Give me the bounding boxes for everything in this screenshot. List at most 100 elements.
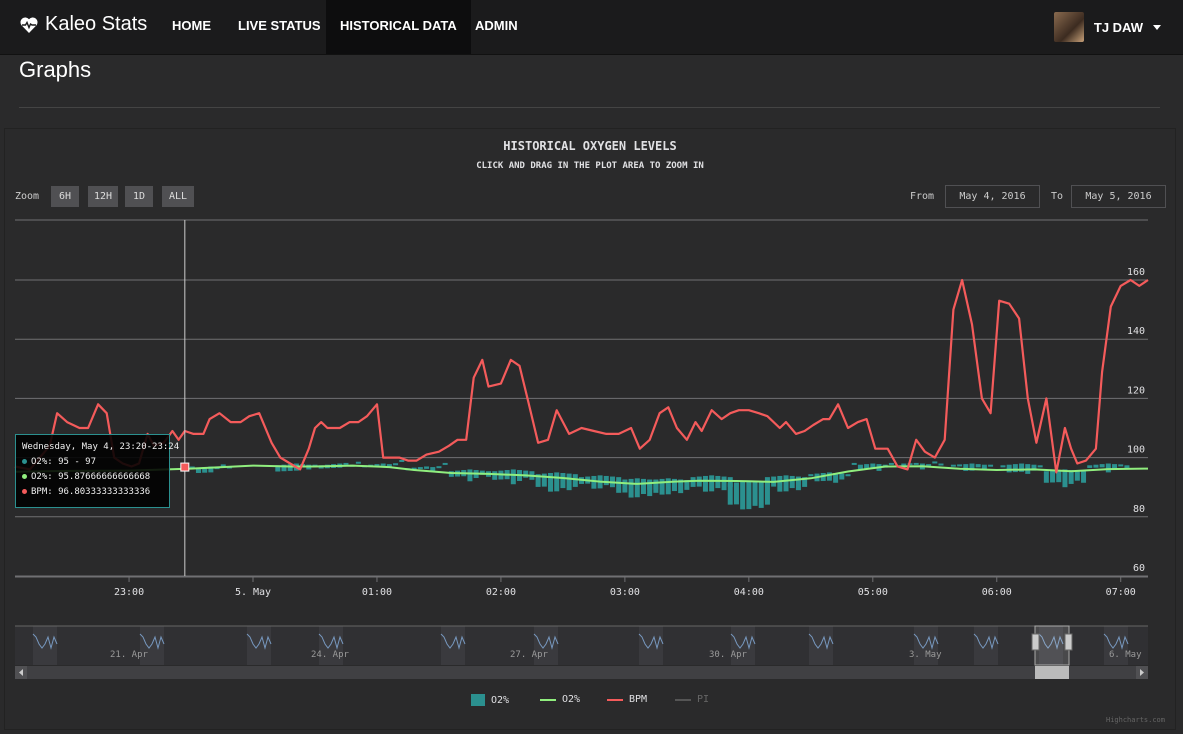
legend-swatch-bar bbox=[471, 694, 485, 706]
o2-range-bar bbox=[913, 462, 919, 465]
chart-plot[interactable]: 60 80 100 120 140 160 23:00 5. May 01:00 02:00 03:… bbox=[5, 129, 1175, 729]
chart-tooltip: Wednesday, May 4, 23:20-23:24 O2%: 95 - … bbox=[15, 434, 180, 508]
x-tick-label: 23:00 bbox=[114, 587, 144, 598]
o2-range-bar bbox=[1043, 471, 1049, 483]
o2-range-bar bbox=[758, 482, 764, 508]
legend-swatch-line bbox=[607, 698, 623, 701]
navigator-label: 24. Apr bbox=[311, 650, 350, 660]
o2-range-bar bbox=[808, 474, 814, 477]
o2-range-bar bbox=[603, 475, 609, 486]
o2-range-bar bbox=[430, 467, 436, 471]
o2-range-bar bbox=[938, 463, 944, 466]
navigator-handle-right[interactable] bbox=[1064, 633, 1073, 651]
brand-name: Kaleo Stats bbox=[45, 13, 148, 35]
caret-down-icon bbox=[1153, 24, 1161, 30]
x-tick-label: 5. May bbox=[235, 587, 271, 598]
o2-range-bar bbox=[665, 478, 671, 495]
o2-range-bar bbox=[523, 470, 529, 478]
y-tick-label: 80 bbox=[1133, 504, 1145, 515]
tooltip-o2-range-row: O2%: 95 - 97 bbox=[22, 455, 163, 470]
o2-range-bar bbox=[740, 481, 746, 510]
y-tick-label: 60 bbox=[1133, 563, 1145, 574]
o2-range-bar bbox=[541, 473, 547, 487]
o2-range-bar bbox=[417, 467, 423, 470]
o2-range-bar bbox=[888, 462, 894, 465]
nav-admin[interactable]: ADMIN bbox=[461, 0, 532, 54]
o2-range-bar bbox=[1099, 464, 1105, 468]
o2-range-bar bbox=[492, 471, 498, 480]
legend-label: O2% bbox=[562, 694, 581, 705]
navigator-shade bbox=[33, 626, 57, 665]
nav-home[interactable]: HOME bbox=[158, 0, 225, 54]
y-tick-label: 100 bbox=[1127, 445, 1145, 456]
o2-range-bar bbox=[901, 463, 907, 466]
navigator-label: 27. Apr bbox=[510, 650, 549, 660]
o2-range-bar bbox=[1062, 469, 1068, 488]
navigator-label: 21. Apr bbox=[110, 650, 149, 660]
o2-range-bar bbox=[628, 478, 634, 498]
user-menu[interactable]: TJ DAW bbox=[1053, 12, 1161, 42]
o2-range-bar bbox=[653, 479, 659, 490]
o2-range-bar bbox=[932, 461, 938, 464]
x-tick-label: 02:00 bbox=[486, 587, 516, 598]
o2-range-bar bbox=[1093, 464, 1099, 468]
o2-range-bar bbox=[1012, 464, 1018, 473]
o2-range-bar bbox=[715, 475, 721, 489]
hover-marker bbox=[180, 462, 190, 472]
legend-swatch-line bbox=[675, 698, 691, 701]
o2-range-bar bbox=[839, 473, 845, 480]
o2-range-bar bbox=[975, 464, 981, 468]
legend-label: BPM bbox=[629, 694, 648, 705]
scrollbar-thumb[interactable] bbox=[1035, 666, 1069, 679]
o2-range-bar bbox=[752, 481, 758, 506]
heart-pulse-icon bbox=[20, 16, 38, 33]
o2-range-bar bbox=[548, 472, 554, 492]
o2-range-bar bbox=[702, 475, 708, 492]
scrollbar-track[interactable] bbox=[15, 666, 1148, 679]
legend-item-o2-line[interactable]: O2% bbox=[540, 694, 580, 705]
o2-range-bar bbox=[560, 472, 566, 489]
divider bbox=[19, 107, 1160, 108]
x-tick-label: 07:00 bbox=[1106, 587, 1136, 598]
nav-historical-data[interactable]: HISTORICAL DATA bbox=[326, 0, 471, 54]
o2-range-bar bbox=[1037, 465, 1043, 468]
o2-range-bar bbox=[343, 462, 349, 465]
o2-range-bar bbox=[1124, 465, 1130, 468]
legend-item-bpm[interactable]: BPM bbox=[607, 694, 647, 705]
o2-range-bar bbox=[709, 475, 715, 492]
x-tick-label: 06:00 bbox=[982, 587, 1012, 598]
o2-range-bar bbox=[1074, 470, 1080, 481]
o2-range-bar bbox=[851, 462, 857, 465]
navigator-handle-left[interactable] bbox=[1031, 633, 1040, 651]
o2-range-bar bbox=[783, 475, 789, 492]
user-name: TJ DAW bbox=[1093, 19, 1143, 35]
x-tick-label: 01:00 bbox=[362, 587, 392, 598]
navbar: Kaleo Stats HOME LIVE STATUS HISTORICAL … bbox=[0, 0, 1183, 55]
o2-range-bar bbox=[845, 474, 851, 477]
tooltip-bpm-row: BPM: 96.80333333333336 bbox=[22, 485, 163, 500]
o2-range-bar bbox=[647, 480, 653, 490]
o2-range-bar bbox=[566, 473, 572, 491]
navigator-selection[interactable] bbox=[1034, 625, 1070, 666]
credits-link[interactable]: Highcharts.com bbox=[1106, 716, 1165, 724]
legend-item-pi[interactable]: PI bbox=[675, 694, 709, 705]
o2-range-bar bbox=[988, 464, 994, 467]
nav-live-status[interactable]: LIVE STATUS bbox=[224, 0, 335, 54]
tooltip-header: Wednesday, May 4, 23:20-23:24 bbox=[22, 442, 180, 452]
o2-range-bar bbox=[634, 478, 640, 498]
tooltip-o2-avg-row: O2%: 95.87666666666668 bbox=[22, 470, 163, 485]
o2-range-bar bbox=[399, 459, 405, 462]
page-title: Graphs bbox=[19, 57, 92, 82]
o2-range-bar bbox=[510, 469, 516, 485]
navigator-label: 30. Apr bbox=[709, 650, 748, 660]
y-tick-label: 160 bbox=[1127, 267, 1145, 278]
o2-range-bar bbox=[622, 479, 628, 493]
brand[interactable]: Kaleo Stats bbox=[19, 13, 147, 36]
x-tick-label: 05:00 bbox=[858, 587, 888, 598]
o2-range-bar bbox=[690, 477, 696, 487]
o2-range-bar bbox=[467, 469, 473, 482]
o2-range-bar bbox=[1050, 470, 1056, 483]
legend-item-o2-range[interactable]: O2% bbox=[471, 694, 509, 706]
o2-range-bar bbox=[393, 463, 399, 466]
o2-range-bar bbox=[721, 476, 727, 491]
